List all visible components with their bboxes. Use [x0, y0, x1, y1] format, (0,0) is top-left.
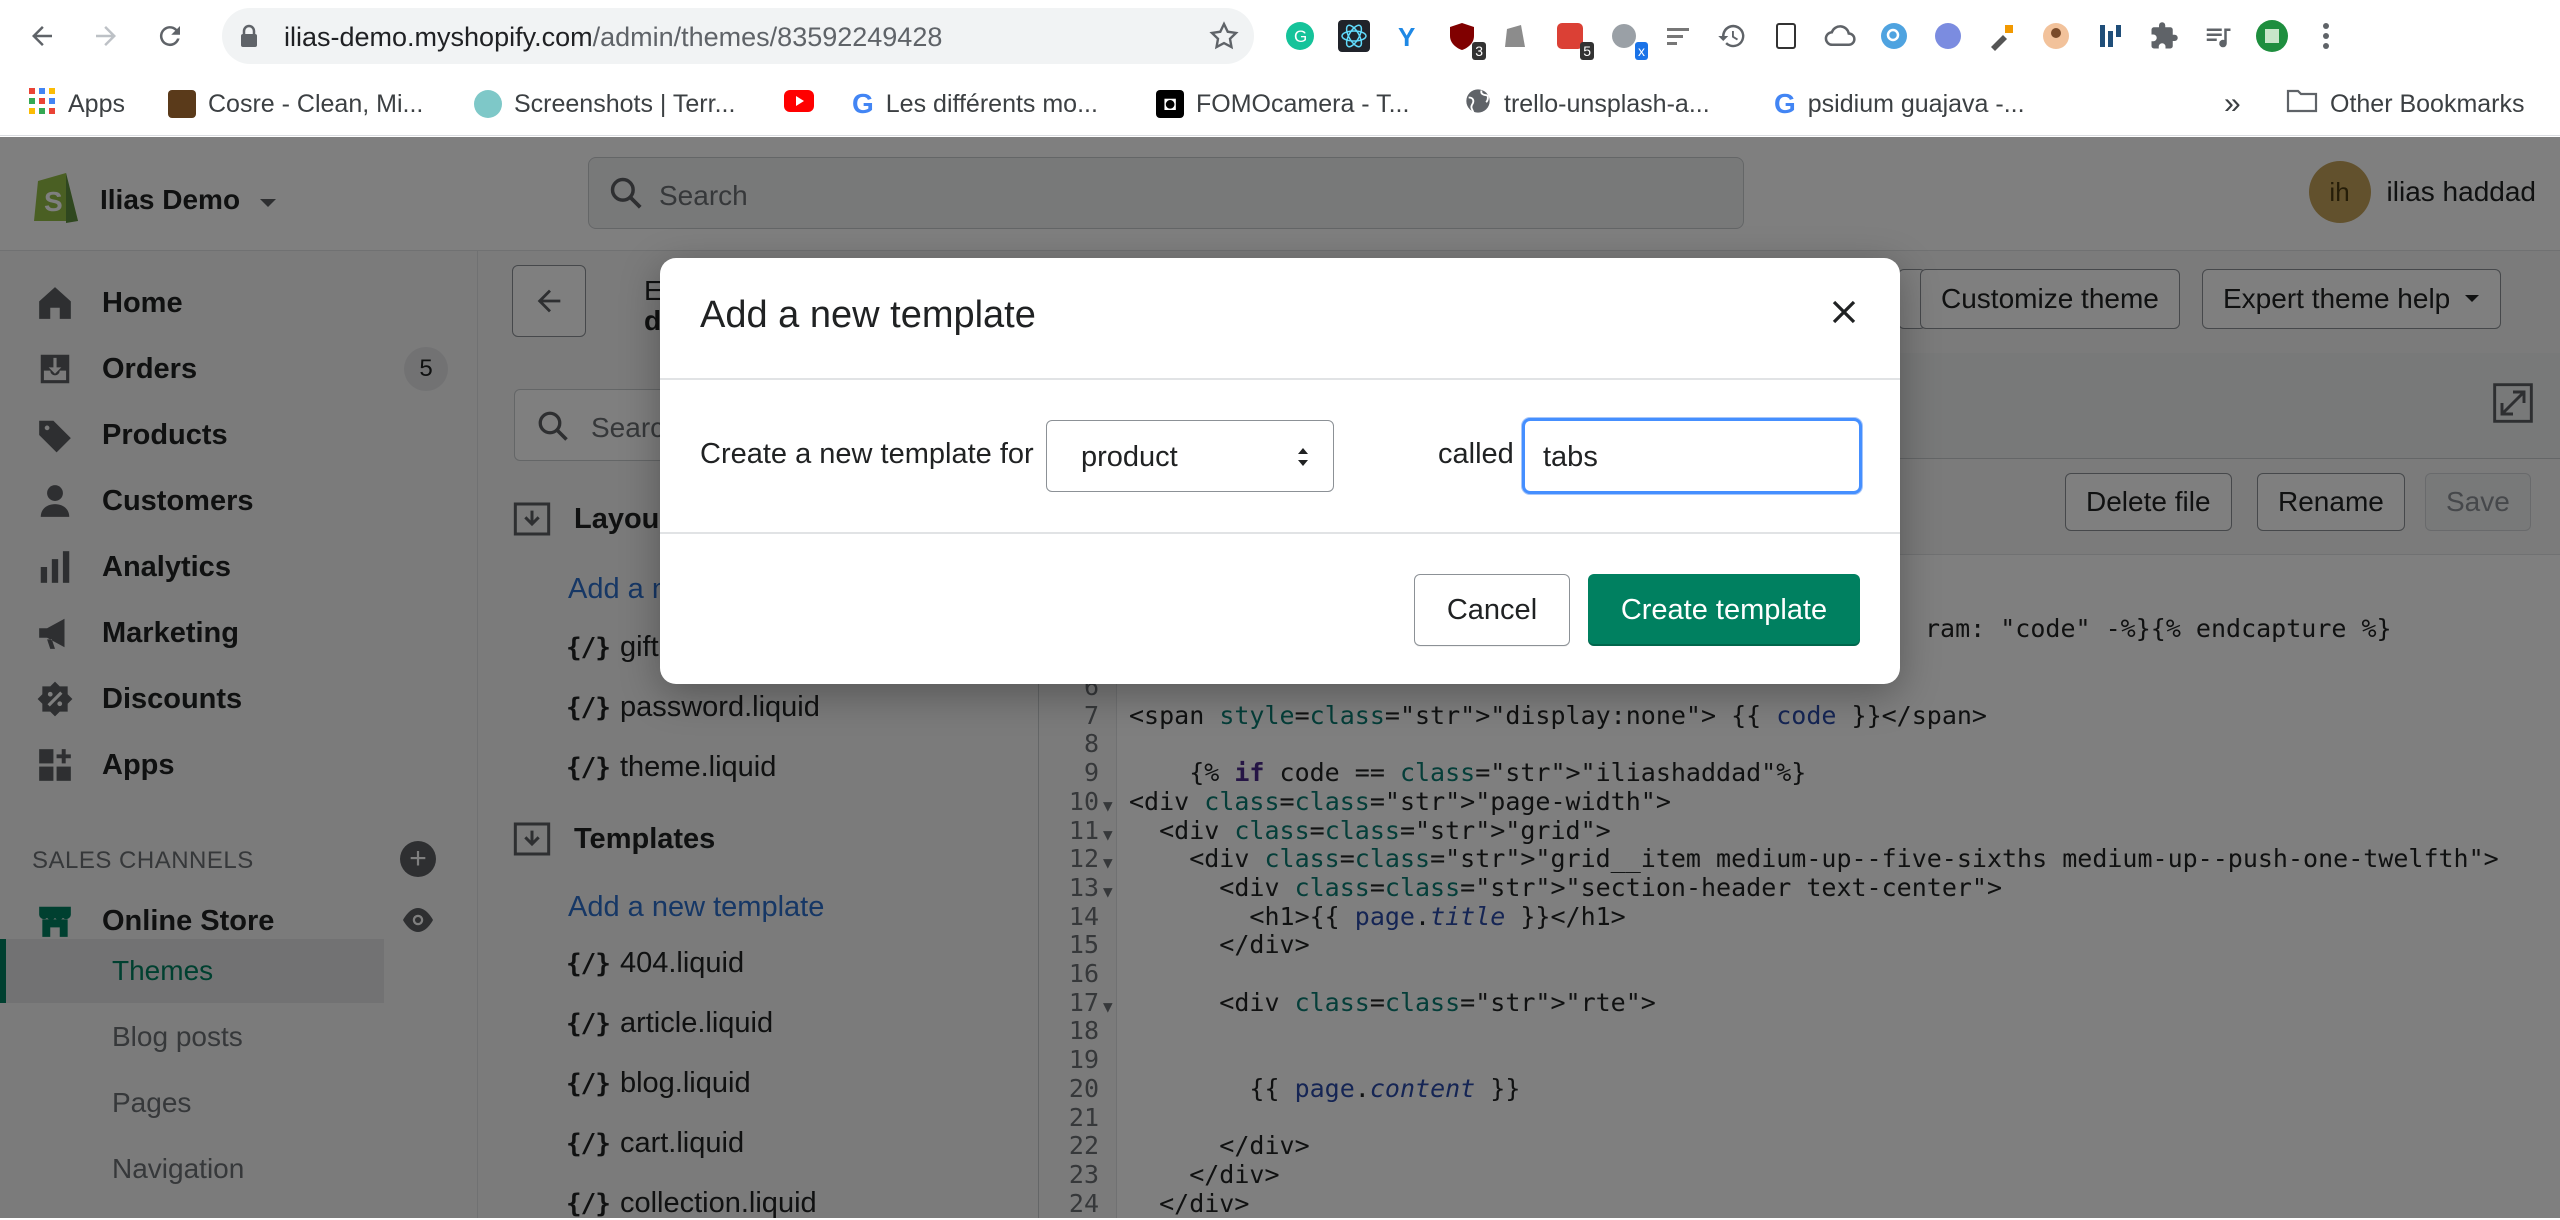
media-control-icon[interactable]: [2198, 16, 2238, 56]
cloud-ext-icon[interactable]: [1820, 16, 1860, 56]
todoist-icon[interactable]: 5: [1550, 16, 1594, 60]
search-ext-icon[interactable]: [1874, 16, 1914, 56]
chrome-menu-icon[interactable]: [2306, 16, 2346, 56]
bookmark-google-1[interactable]: G Les différents mo...: [852, 86, 1098, 122]
shopify-ext-icon[interactable]: [1496, 16, 1536, 56]
folder-icon: [2286, 88, 2318, 121]
lines-ext-icon[interactable]: [1658, 16, 1698, 56]
close-button[interactable]: [1824, 292, 1864, 332]
forward-arrow-icon[interactable]: [88, 18, 124, 54]
bars-ext-icon[interactable]: [2090, 16, 2130, 56]
grammarly-icon[interactable]: G: [1280, 16, 1320, 56]
react-devtools-icon[interactable]: [1334, 16, 1374, 56]
template-type-select[interactable]: product: [1046, 420, 1334, 492]
modal-divider: [660, 378, 1900, 380]
screenshots-favicon: [474, 90, 502, 118]
address-bar[interactable]: ilias-demo.myshopify.com/admin/themes/83…: [222, 8, 1254, 64]
bookmark-star-icon[interactable]: [1208, 20, 1240, 57]
back-arrow-icon[interactable]: [24, 18, 60, 54]
url-text: ilias-demo.myshopify.com/admin/themes/83…: [284, 22, 943, 52]
y-extension-icon[interactable]: Y: [1388, 16, 1428, 56]
svg-text:G: G: [1294, 27, 1307, 46]
notion-ext-icon[interactable]: [1766, 16, 1806, 56]
bookmark-apps[interactable]: Apps: [28, 86, 125, 122]
lock-icon: [238, 24, 260, 53]
profile-ext-icon[interactable]: [2036, 16, 2076, 56]
globe-icon: [1464, 87, 1492, 122]
fomocamera-favicon: ◘: [1156, 90, 1184, 118]
template-name-input[interactable]: [1543, 437, 1843, 477]
youtube-icon: [784, 89, 814, 119]
called-label: called: [1438, 438, 1514, 470]
reload-icon[interactable]: [152, 18, 188, 54]
bookmark-screenshots[interactable]: Screenshots | Terr...: [474, 86, 735, 122]
template-name-field[interactable]: [1522, 418, 1862, 494]
browser-toolbar: ilias-demo.myshopify.com/admin/themes/83…: [0, 0, 2560, 72]
bookmarks-overflow-button[interactable]: »: [2224, 86, 2241, 122]
google-icon: G: [852, 88, 874, 119]
history-ext-icon[interactable]: [1712, 16, 1752, 56]
bookmark-cosre[interactable]: Cosre - Clean, Mi...: [168, 86, 423, 122]
extensions-bar: G Y 3 5 x: [1280, 12, 2346, 60]
other-bookmarks[interactable]: Other Bookmarks: [2286, 86, 2525, 122]
close-icon: [1832, 300, 1856, 324]
cancel-button[interactable]: Cancel: [1414, 574, 1570, 646]
ublock-icon[interactable]: 3: [1442, 16, 1486, 60]
bookmarks-bar: Apps Cosre - Clean, Mi... Screenshots | …: [0, 72, 2560, 136]
modal-divider: [660, 532, 1900, 534]
apps-grid-icon: [28, 87, 56, 122]
eyedropper-ext-icon[interactable]: [1982, 16, 2022, 56]
bookmark-fomocamera[interactable]: ◘ FOMOcamera - T...: [1156, 86, 1409, 122]
add-template-modal: Add a new template Create a new template…: [660, 258, 1900, 684]
bookmark-trello-unsplash[interactable]: trello-unsplash-a...: [1464, 86, 1710, 122]
round-ext-icon[interactable]: [1928, 16, 1968, 56]
cosre-favicon: [168, 90, 196, 118]
bookmark-youtube[interactable]: [784, 86, 814, 122]
select-arrows-icon: [1298, 448, 1308, 466]
svg-text:Y: Y: [1398, 22, 1415, 51]
template-for-label: Create a new template for: [700, 438, 1034, 470]
modal-title: Add a new template: [700, 294, 1036, 336]
create-template-button[interactable]: Create template: [1588, 574, 1860, 646]
clock-ext-icon[interactable]: x: [1604, 16, 1648, 60]
puzzle-extensions-icon[interactable]: [2144, 16, 2184, 56]
bookmark-google-2[interactable]: G psidium guajava -...: [1774, 86, 2025, 122]
google-icon: G: [1774, 88, 1796, 119]
profile-avatar-icon[interactable]: [2252, 16, 2292, 56]
